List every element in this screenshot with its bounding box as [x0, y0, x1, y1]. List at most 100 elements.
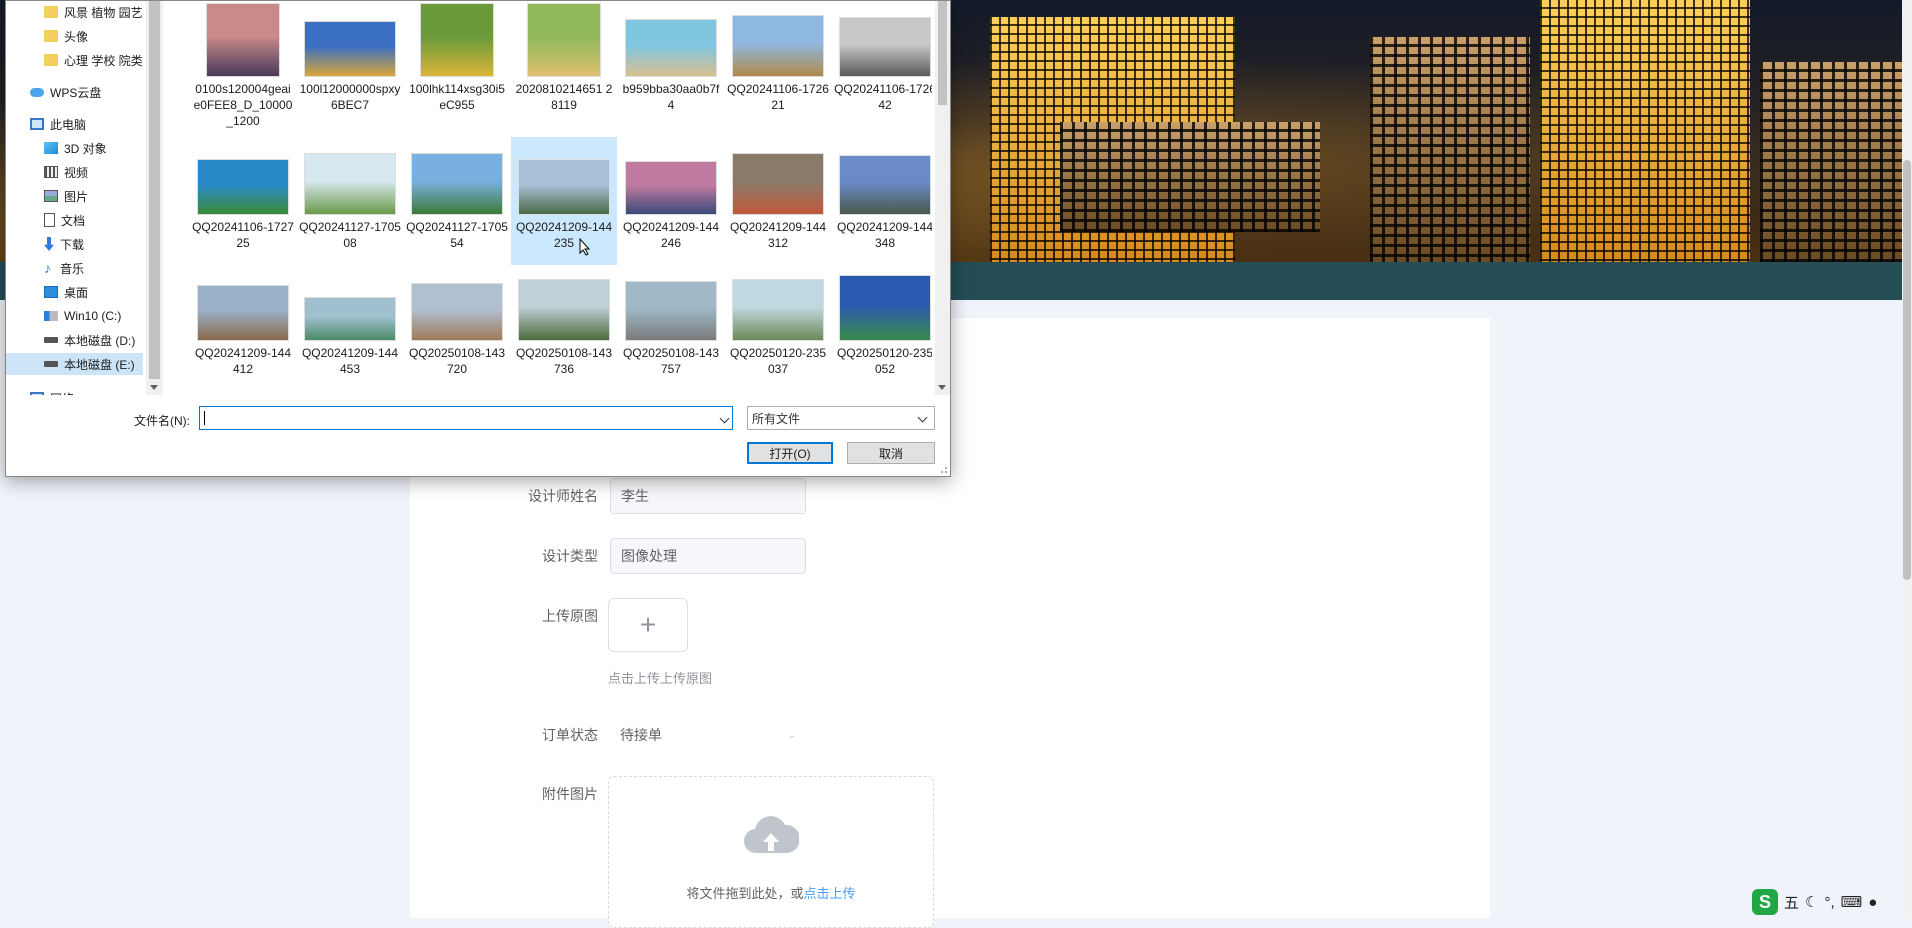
files-pane: 0100s120004geaie0FEE8_D_10000_1200 100l12… — [166, 1, 932, 395]
moon-icon[interactable]: ☾ — [1805, 893, 1818, 911]
designer-input[interactable]: 李生 — [610, 478, 806, 514]
nav-scrollbar[interactable] — [146, 1, 163, 395]
nav-item[interactable]: 风景 植物 园艺 — [6, 1, 143, 23]
open-button[interactable]: 打开(O) — [747, 442, 833, 464]
page-scrollbar[interactable] — [1902, 0, 1912, 918]
image-thumbnail — [732, 279, 824, 341]
network-icon — [30, 392, 44, 395]
file-item[interactable]: 100l12000000spxy6BEC7 — [297, 1, 403, 131]
cloud-icon — [30, 87, 44, 97]
nav-item[interactable]: 此电脑 — [6, 113, 143, 135]
type-label: 设计类型 — [542, 548, 598, 564]
nav-item[interactable]: 头像 — [6, 25, 143, 47]
disk-icon — [44, 337, 58, 343]
file-item[interactable]: QQ20241209-144348 — [832, 137, 932, 265]
disk-icon — [44, 361, 58, 367]
nav-item[interactable]: 桌面 — [6, 281, 143, 303]
image-thumbnail — [206, 3, 280, 77]
nav-item-label: 文档 — [61, 213, 86, 228]
image-thumbnail — [625, 19, 717, 77]
ime-mode-label[interactable]: 五 — [1784, 892, 1799, 913]
page-scrollbar-thumb[interactable] — [1903, 160, 1911, 580]
file-name: 100lhk114xsg30i5eC955 — [409, 82, 505, 112]
files-scrollbar[interactable] — [935, 1, 950, 395]
cancel-button[interactable]: 取消 — [847, 442, 935, 464]
file-item[interactable]: QQ20241209-144412 — [190, 271, 296, 395]
file-name: QQ20241127-170554 — [406, 220, 508, 250]
type-row: 设计类型 图像处理 — [410, 536, 806, 576]
nav-item[interactable]: 网络 — [6, 387, 143, 395]
file-name: 2020810214651 28119 — [515, 82, 613, 112]
attach-label: 附件图片 — [542, 786, 598, 802]
file-item[interactable]: QQ20250120-235052 — [832, 271, 932, 395]
building-graphic — [1060, 122, 1320, 232]
nav-scrollbar-thumb[interactable] — [149, 1, 160, 379]
file-item[interactable]: QQ20250108-143757 — [618, 271, 724, 395]
status-select[interactable]: 待接单 ⌄ — [610, 717, 806, 753]
file-name: QQ20241209-144312 — [729, 220, 827, 250]
nav-item-label: 风景 植物 园艺 — [64, 5, 143, 20]
punctuation-icon[interactable]: °, — [1824, 894, 1834, 911]
folder-icon — [44, 6, 58, 18]
file-name: QQ20241209-144235 — [515, 220, 613, 250]
image-thumbnail — [732, 153, 824, 215]
click-upload-link[interactable]: 点击上传 — [804, 886, 856, 901]
attach-row: 附件图片 — [410, 774, 610, 814]
nav-item-label: Win10 (C:) — [64, 309, 122, 323]
resize-grip-icon[interactable] — [938, 464, 948, 474]
keyboard-icon[interactable]: ⌨ — [1841, 893, 1863, 911]
file-name: QQ20250108-143720 — [408, 346, 506, 376]
file-item[interactable]: 0100s120004geaie0FEE8_D_10000_1200 — [190, 1, 296, 131]
file-item[interactable]: QQ20241127-170554 — [404, 137, 510, 265]
nav-item[interactable]: WPS云盘 — [6, 81, 143, 103]
file-item[interactable]: QQ20250108-143736 — [511, 271, 617, 395]
chevron-down-icon[interactable] — [719, 413, 730, 424]
filename-input[interactable] — [199, 406, 733, 430]
building-graphic — [1540, 0, 1750, 262]
files-scrollbar-thumb[interactable] — [938, 1, 947, 105]
nav-item[interactable]: ♪ 音乐 — [6, 257, 143, 279]
file-item[interactable]: QQ20250108-143720 — [404, 271, 510, 395]
designer-row: 设计师姓名 李生 — [410, 476, 806, 516]
upload-original-button[interactable]: + — [608, 598, 688, 652]
nav-item-label: 下载 — [60, 237, 85, 252]
nav-item[interactable]: 下载 — [6, 233, 143, 255]
nav-item[interactable]: 心理 学校 院类 — [6, 49, 143, 71]
nav-item[interactable]: 3D 对象 — [6, 137, 143, 159]
filetype-select[interactable]: 所有文件 — [747, 406, 935, 430]
nav-item[interactable]: 视频 — [6, 161, 143, 183]
file-item[interactable]: b959bba30aa0b7f4 — [618, 1, 724, 131]
nav-item[interactable]: 文档 — [6, 209, 143, 231]
file-item[interactable]: 2020810214651 28119 — [511, 1, 617, 131]
file-item[interactable]: QQ20241106-172725 — [190, 137, 296, 265]
type-input[interactable]: 图像处理 — [610, 538, 806, 574]
scroll-down-icon[interactable] — [938, 385, 946, 390]
scroll-down-icon[interactable] — [150, 385, 158, 390]
file-item[interactable]: QQ20241106-172642 — [832, 1, 932, 131]
file-item[interactable]: 100lhk114xsg30i5eC955 — [404, 1, 510, 131]
nav-item[interactable]: 本地磁盘 (D:) — [6, 329, 143, 351]
nav-item-label: 心理 学校 院类 — [64, 53, 143, 68]
file-name: QQ20241106-172621 — [727, 82, 829, 112]
nav-item-label: 视频 — [64, 165, 89, 180]
nav-item-label: 网络 — [50, 390, 74, 396]
attachment-drop-zone[interactable]: 将文件拖到此处，或点击上传 — [608, 776, 934, 928]
cloud-upload-icon — [744, 816, 799, 854]
nav-item[interactable]: Win10 (C:) — [6, 305, 143, 327]
file-item[interactable]: QQ20250120-235037 — [725, 271, 831, 395]
file-name: b959bba30aa0b7f4 — [622, 82, 720, 112]
file-item[interactable]: QQ20241127-170508 — [297, 137, 403, 265]
sogou-ime-icon[interactable]: S — [1752, 889, 1778, 915]
upload-tip: 点击上传上传原图 — [608, 671, 713, 686]
building-graphic — [1760, 62, 1902, 262]
user-icon[interactable]: ● — [1868, 894, 1877, 911]
nav-item[interactable]: 本地磁盘 (E:) — [6, 353, 143, 375]
file-name: QQ20250108-143736 — [515, 346, 613, 376]
file-item[interactable]: QQ20241106-172621 — [725, 1, 831, 131]
file-item[interactable]: QQ20241209-144235 — [511, 137, 617, 265]
file-item[interactable]: QQ20241209-144312 — [725, 137, 831, 265]
image-thumbnail — [304, 297, 396, 341]
file-item[interactable]: QQ20241209-144246 — [618, 137, 724, 265]
nav-item[interactable]: 图片 — [6, 185, 143, 207]
file-item[interactable]: QQ20241209-144453 — [297, 271, 403, 395]
